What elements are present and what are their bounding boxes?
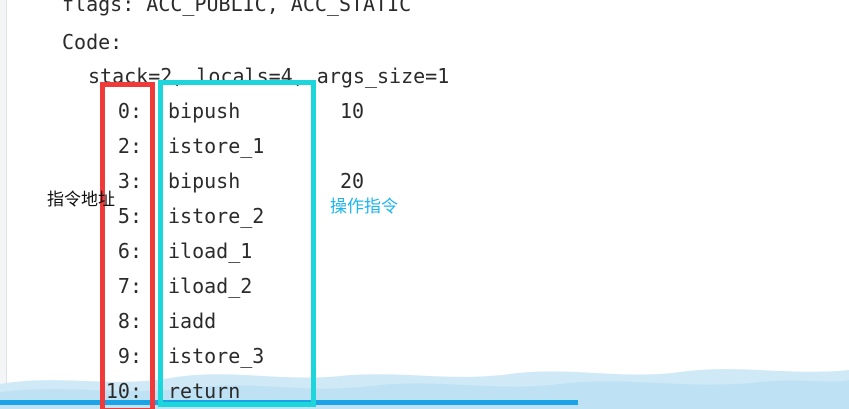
address-highlight-box xyxy=(100,82,155,409)
code-label: Code: xyxy=(62,30,123,54)
editor-gutter xyxy=(0,0,7,409)
instruction-operand: 10 xyxy=(340,99,365,123)
operation-label: 操作指令 xyxy=(330,197,398,217)
flags-line: flags: ACC_PUBLIC, ACC_STATIC xyxy=(62,0,412,16)
bytecode-screenshot: flags: ACC_PUBLIC, ACC_STATIC Code: stac… xyxy=(0,0,849,409)
operation-highlight-box xyxy=(158,80,316,407)
instruction-operand: 20 xyxy=(340,169,365,193)
address-label: 指令地址 xyxy=(47,190,115,210)
